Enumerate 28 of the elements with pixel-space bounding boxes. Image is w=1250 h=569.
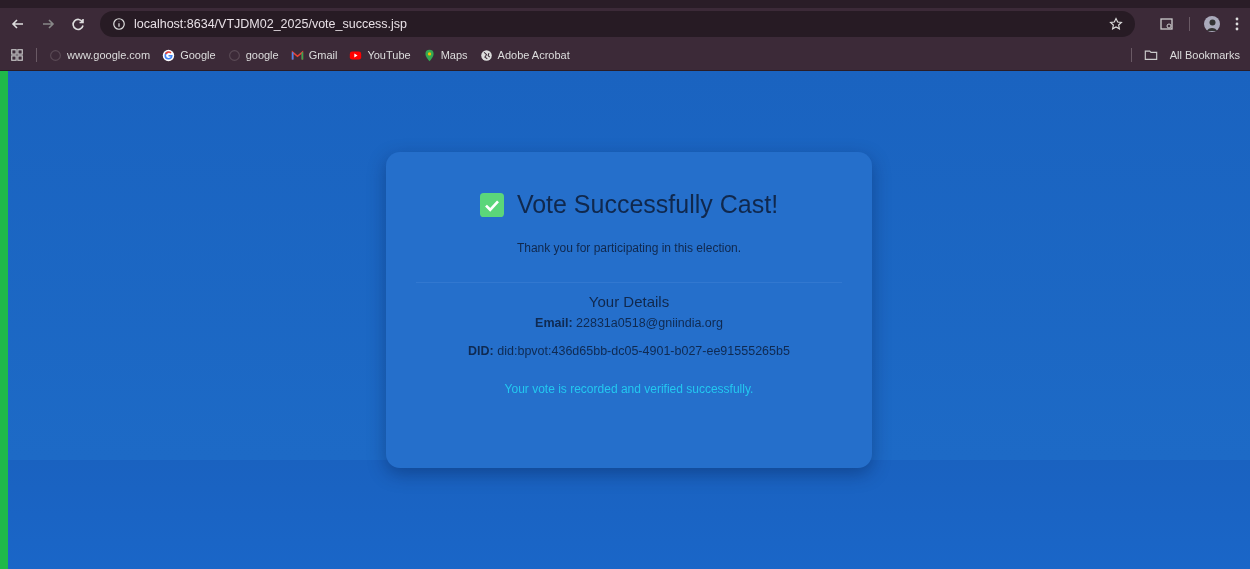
mail-icon[interactable]: [290, 48, 304, 62]
map-pin-icon[interactable]: [422, 48, 436, 62]
address-bar[interactable]: localhost:8634/VTJDM02_2025/vote_success.jsp: [100, 11, 1135, 37]
play-icon[interactable]: [349, 48, 363, 62]
avatar-icon[interactable]: [1204, 16, 1220, 32]
menu-icon[interactable]: [1234, 16, 1240, 32]
detail-text: Email: 22831a0518@gniindia.org: [534, 316, 724, 330]
bookmark-link[interactable]: YouTube: [367, 49, 411, 61]
bookmark-link[interactable]: www.google.com: [67, 49, 151, 61]
bookmark-link[interactable]: Adobe Acrobat: [497, 49, 570, 61]
success-heading: Vote Successfully Cast!: [516, 190, 779, 219]
confirmation-text: Your vote is recorded and verified successfully.: [503, 382, 755, 396]
thank-you-text: Thank you for participating in this election.: [515, 241, 743, 255]
reload-icon[interactable]: [70, 16, 86, 32]
tab-search-icon[interactable]: [1159, 16, 1175, 32]
details-heading: Your Details: [587, 293, 671, 310]
bookmark-link[interactable]: Gmail: [308, 49, 338, 61]
google-logo-icon[interactable]: [162, 48, 176, 62]
check-mark-icon: [479, 192, 504, 217]
bookmark-link[interactable]: google: [245, 49, 279, 61]
bookmark-link[interactable]: Google: [180, 49, 216, 61]
apps-grid-icon[interactable]: [10, 48, 24, 62]
star-icon[interactable]: [1109, 17, 1123, 31]
bookmark-link[interactable]: Maps: [440, 49, 468, 61]
folder-icon[interactable]: [1143, 48, 1158, 62]
info-icon[interactable]: [112, 17, 126, 31]
detail-text: DID: did:bpvot:436d65bb-dc05-4901-b027-ee91555265b5: [467, 344, 791, 358]
all-bookmarks-link[interactable]: All Bookmarks: [1169, 49, 1240, 61]
